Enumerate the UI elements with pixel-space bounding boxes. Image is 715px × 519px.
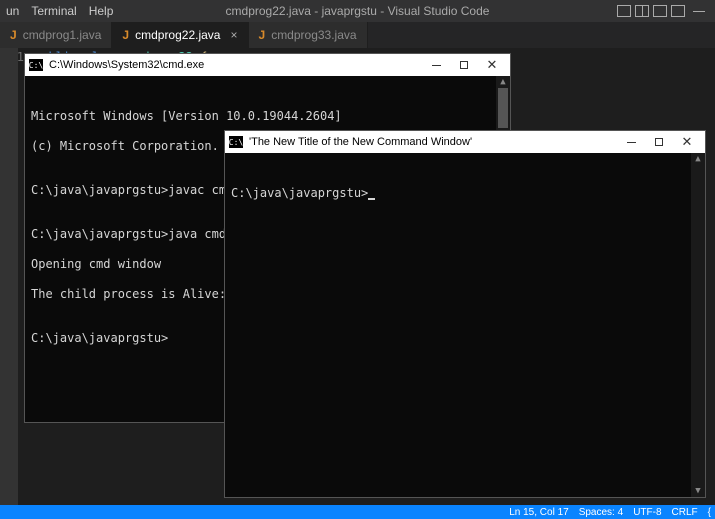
cmd2-body[interactable]: ▲ ▼ C:\java\javaprgstu>	[225, 153, 705, 497]
close-button[interactable]: ✕	[478, 55, 506, 75]
cmd1-controls: ✕	[422, 55, 506, 75]
java-icon: J	[10, 28, 17, 42]
activity-bar[interactable]	[0, 48, 18, 505]
tab-label: cmdprog1.java	[23, 28, 102, 42]
tab-cmdprog33[interactable]: J cmdprog33.java	[249, 22, 368, 48]
cmd-line: Microsoft Windows [Version 10.0.19044.26…	[31, 108, 504, 124]
cmd-window-2: C:\ 'The New Title of the New Command Wi…	[224, 130, 706, 498]
tab-cmdprog22[interactable]: J cmdprog22.java ×	[112, 22, 248, 48]
scroll-up-icon[interactable]: ▲	[496, 76, 510, 88]
close-icon[interactable]: ×	[230, 28, 237, 42]
cursor	[368, 198, 375, 200]
cmd1-title: C:\Windows\System32\cmd.exe	[49, 59, 204, 71]
cmd-icon: C:\	[229, 136, 243, 148]
maximize-button[interactable]	[645, 132, 673, 152]
window-title: cmdprog22.java - javaprgstu - Visual Stu…	[226, 4, 490, 18]
maximize-button[interactable]	[450, 55, 478, 75]
status-encoding[interactable]: UTF-8	[633, 507, 661, 518]
status-eol[interactable]: CRLF	[672, 507, 698, 518]
close-button[interactable]: ✕	[673, 132, 701, 152]
scroll-thumb[interactable]	[498, 88, 508, 128]
cmd1-titlebar[interactable]: C:\ C:\Windows\System32\cmd.exe ✕	[25, 54, 510, 76]
layout-icon-3[interactable]	[671, 5, 685, 17]
minimize-button[interactable]	[422, 55, 450, 75]
cmd2-controls: ✕	[617, 132, 701, 152]
status-bar: Ln 15, Col 17 Spaces: 4 UTF-8 CRLF {	[0, 505, 715, 519]
menu-help[interactable]: Help	[89, 4, 114, 18]
layout-icon[interactable]	[617, 5, 631, 17]
scroll-up-icon[interactable]: ▲	[691, 153, 705, 165]
scrollbar[interactable]: ▲ ▼	[691, 153, 705, 497]
tab-cmdprog1[interactable]: J cmdprog1.java	[0, 22, 112, 48]
tab-label: cmdprog33.java	[271, 28, 356, 42]
menu-run[interactable]: un	[6, 4, 19, 18]
status-lang[interactable]: {	[708, 507, 711, 518]
cmd-prompt-line: C:\java\javaprgstu>	[231, 185, 699, 201]
title-controls	[617, 5, 709, 17]
tab-label: cmdprog22.java	[135, 28, 220, 42]
cmd-icon: C:\	[29, 59, 43, 71]
layout-icon-2[interactable]	[653, 5, 667, 17]
vscode-titlebar: un Terminal Help cmdprog22.java - javapr…	[0, 0, 715, 22]
editor-tabs: J cmdprog1.java J cmdprog22.java × J cmd…	[0, 22, 715, 48]
minimize-icon[interactable]	[693, 11, 705, 12]
menu-terminal[interactable]: Terminal	[31, 4, 76, 18]
status-spaces[interactable]: Spaces: 4	[579, 507, 623, 518]
minimize-button[interactable]	[617, 132, 645, 152]
cmd2-title: 'The New Title of the New Command Window…	[249, 136, 472, 148]
status-lncol[interactable]: Ln 15, Col 17	[509, 507, 569, 518]
java-icon: J	[259, 28, 266, 42]
layout-split-icon[interactable]	[635, 5, 649, 17]
java-icon: J	[122, 28, 129, 42]
cmd2-titlebar[interactable]: C:\ 'The New Title of the New Command Wi…	[225, 131, 705, 153]
scroll-down-icon[interactable]: ▼	[691, 485, 705, 497]
